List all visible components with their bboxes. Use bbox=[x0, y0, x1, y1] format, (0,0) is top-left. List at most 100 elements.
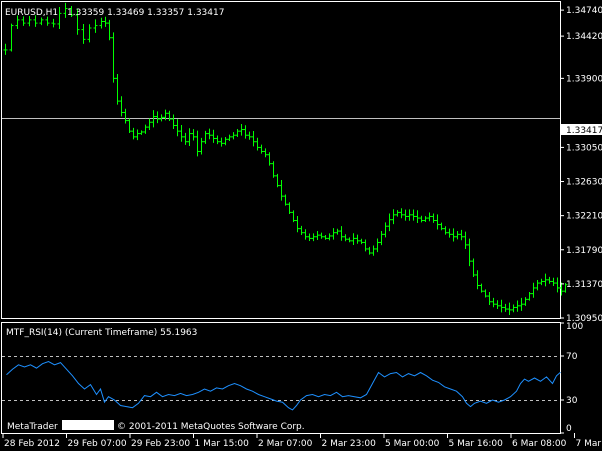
candle bbox=[87, 24, 92, 43]
rsi-tick-label: 0 bbox=[566, 424, 572, 434]
candle bbox=[259, 144, 264, 154]
candle bbox=[527, 292, 532, 301]
current-price-value: 1.33417 bbox=[566, 126, 602, 136]
candle bbox=[295, 215, 300, 233]
candle bbox=[143, 124, 148, 134]
candle bbox=[103, 16, 108, 27]
candle bbox=[81, 24, 86, 44]
candle bbox=[299, 225, 304, 235]
candle bbox=[219, 137, 224, 147]
candle bbox=[495, 300, 500, 309]
candle bbox=[287, 202, 292, 215]
candle bbox=[171, 114, 176, 130]
candle bbox=[431, 213, 436, 223]
price-tick-label: 1.34420 bbox=[566, 32, 602, 42]
candle bbox=[119, 96, 124, 117]
chart-window[interactable]: EURUSD,H1 1.33359 1.33469 1.33357 1.3341… bbox=[0, 0, 602, 451]
candle bbox=[231, 132, 236, 140]
candle bbox=[139, 130, 144, 135]
candle bbox=[403, 209, 408, 221]
candle bbox=[323, 235, 328, 240]
current-price-tag: 1.33417 bbox=[561, 124, 602, 136]
candle bbox=[343, 234, 348, 242]
candle bbox=[543, 273, 548, 287]
time-tick-label: 5 Mar 16:00 bbox=[449, 439, 504, 449]
candle bbox=[93, 19, 98, 33]
candle bbox=[379, 230, 384, 246]
candle bbox=[351, 233, 356, 245]
candle bbox=[211, 129, 216, 143]
candle bbox=[271, 161, 276, 178]
candle bbox=[131, 127, 136, 140]
candle bbox=[335, 228, 340, 235]
candle bbox=[319, 232, 324, 239]
rsi-tick-label: 30 bbox=[566, 396, 578, 406]
candle bbox=[191, 129, 196, 141]
candle bbox=[111, 32, 116, 83]
time-axis: 28 Feb 2012 29 Feb 07:00 29 Feb 23:00 1 Mar… bbox=[2, 433, 602, 449]
candle bbox=[435, 214, 440, 230]
candle bbox=[147, 118, 152, 131]
candle bbox=[327, 233, 332, 241]
candle bbox=[439, 222, 444, 231]
candle bbox=[475, 270, 480, 290]
candle bbox=[135, 129, 140, 141]
candle bbox=[207, 128, 212, 140]
candle bbox=[539, 278, 544, 286]
candle bbox=[499, 299, 504, 313]
candle bbox=[395, 210, 400, 217]
candle bbox=[247, 131, 252, 140]
candle bbox=[455, 231, 460, 240]
candle bbox=[155, 111, 160, 124]
candle bbox=[411, 209, 416, 221]
candle bbox=[235, 128, 240, 137]
candle bbox=[375, 238, 380, 253]
candle bbox=[503, 303, 508, 312]
candle bbox=[339, 226, 344, 241]
candle bbox=[275, 173, 280, 188]
candle bbox=[195, 130, 200, 157]
candle bbox=[187, 128, 192, 147]
candle bbox=[51, 18, 56, 28]
candle bbox=[239, 123, 244, 136]
price-tick-label: 1.32630 bbox=[566, 178, 602, 188]
rsi-tick-label: 70 bbox=[566, 352, 578, 362]
candle bbox=[331, 228, 336, 240]
candle bbox=[215, 135, 220, 145]
candle bbox=[443, 226, 448, 235]
candle bbox=[387, 213, 392, 232]
candle bbox=[383, 222, 388, 238]
price-tick-label: 1.32210 bbox=[566, 212, 602, 222]
time-tick-label: 29 Feb 23:00 bbox=[131, 439, 190, 449]
time-tick-label: 1 Mar 15:00 bbox=[195, 439, 250, 449]
candle bbox=[307, 233, 312, 241]
candle bbox=[107, 19, 112, 41]
candle bbox=[399, 208, 404, 219]
candle bbox=[347, 237, 352, 243]
candle bbox=[367, 246, 372, 255]
candle bbox=[115, 74, 120, 105]
price-tick-label: 1.34740 bbox=[566, 6, 602, 16]
time-tick-label: 2 Mar 23:00 bbox=[322, 439, 377, 449]
candle bbox=[199, 137, 204, 155]
candle bbox=[363, 239, 368, 252]
price-tick-label: 1.33050 bbox=[566, 143, 602, 153]
time-tick-label: 2 Mar 07:00 bbox=[258, 439, 313, 449]
candle bbox=[279, 180, 284, 201]
candle bbox=[511, 304, 516, 313]
candle bbox=[391, 209, 396, 225]
copyright-text: © 2001-2011 MetaQuotes Software Corp. bbox=[117, 422, 305, 432]
candle bbox=[167, 110, 172, 122]
candle bbox=[523, 297, 528, 306]
candle bbox=[551, 277, 556, 287]
candle bbox=[555, 277, 560, 293]
candle bbox=[407, 209, 412, 221]
candle bbox=[99, 17, 104, 29]
ohlc-values: 1.33359 1.33469 1.33357 1.33417 bbox=[67, 8, 224, 18]
candle bbox=[175, 119, 180, 137]
candle bbox=[479, 283, 484, 293]
candle bbox=[243, 125, 248, 139]
candle bbox=[371, 245, 376, 256]
candle bbox=[255, 137, 260, 151]
candle bbox=[267, 152, 272, 166]
